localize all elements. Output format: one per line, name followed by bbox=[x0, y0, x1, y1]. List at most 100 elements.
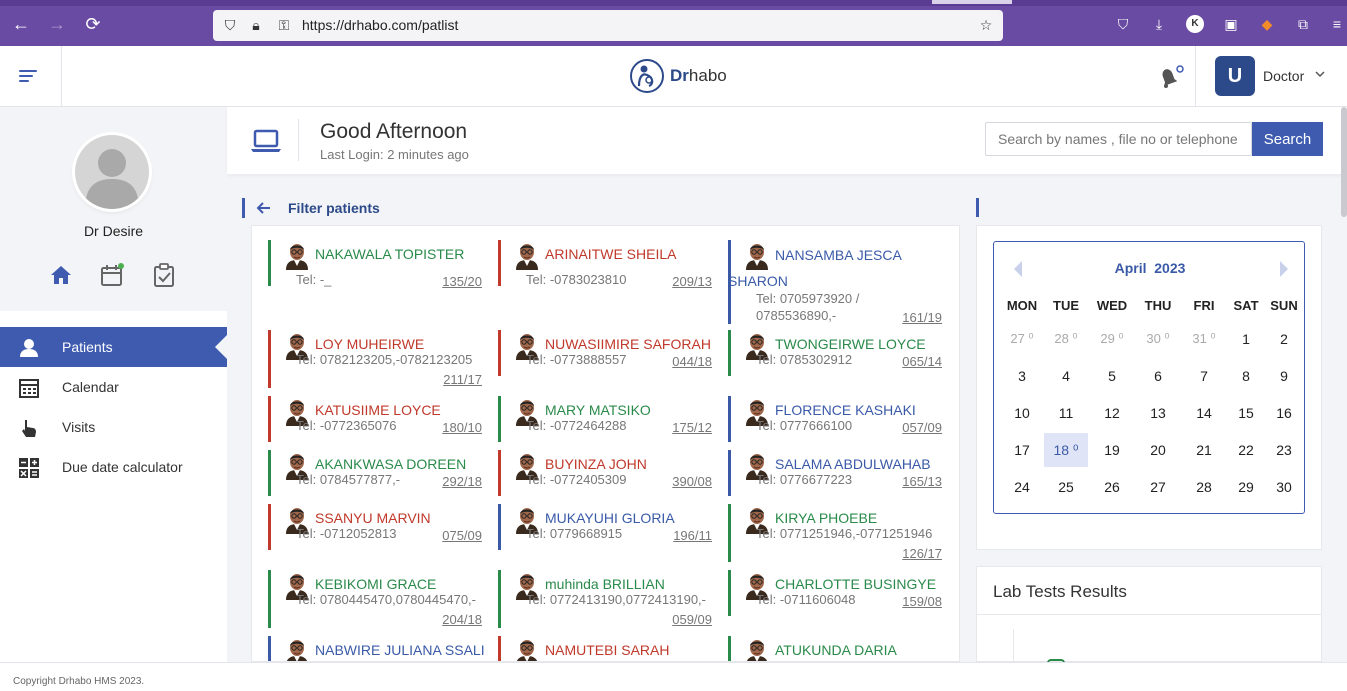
k-extension-icon[interactable]: K bbox=[1186, 15, 1204, 33]
active-tab-indicator[interactable] bbox=[932, 0, 1012, 4]
patient-card[interactable]: MARY MATSIKO Tel: -0772464288 175/12 bbox=[498, 396, 718, 442]
calendar-day[interactable]: 5 bbox=[1090, 359, 1134, 393]
calendar-day[interactable]: 28 bbox=[1182, 470, 1226, 504]
patient-name-link[interactable]: FLORENCE KASHAKI bbox=[775, 402, 916, 418]
pocket-icon[interactable]: ⛉ bbox=[1114, 15, 1132, 33]
calendar-day[interactable]: 27 ⁰ bbox=[1000, 322, 1044, 356]
sidebar-item-patients[interactable]: Patients bbox=[0, 327, 227, 367]
patient-file-number-link[interactable]: 204/18 bbox=[442, 612, 482, 627]
patient-card[interactable]: MUKAYUHI GLORIA Tel: 0779668915 196/11 bbox=[498, 504, 718, 550]
calendar-day[interactable]: 20 bbox=[1136, 433, 1180, 467]
home-icon[interactable] bbox=[48, 262, 74, 288]
patient-name-link[interactable]: NAMUTEBI SARAH bbox=[545, 642, 669, 658]
calendar-day[interactable]: 23 bbox=[1262, 433, 1306, 467]
lock-icon[interactable]: 🔒︎ bbox=[247, 16, 265, 34]
search-button[interactable]: Search bbox=[1252, 122, 1323, 156]
sidebar-toggle-icon[interactable] bbox=[0, 46, 62, 106]
calendar-day[interactable]: 29 ⁰ bbox=[1090, 322, 1134, 356]
patient-name-link[interactable]: SSANYU MARVIN bbox=[315, 510, 431, 526]
patient-name-link[interactable]: NAKAWALA TOPISTER bbox=[315, 246, 464, 262]
patient-file-number-link[interactable]: 044/18 bbox=[672, 354, 712, 369]
patient-file-number-link[interactable]: 059/09 bbox=[672, 612, 712, 627]
patient-card[interactable]: SSANYU MARVIN Tel: -0712052813 075/09 bbox=[268, 504, 488, 550]
page-scrollbar[interactable] bbox=[1341, 107, 1347, 217]
calendar-day[interactable]: 27 bbox=[1136, 470, 1180, 504]
patient-name-link[interactable]: muhinda BRILLIAN bbox=[545, 576, 665, 592]
calendar-day[interactable]: 19 bbox=[1090, 433, 1134, 467]
calendar-day[interactable]: 28 ⁰ bbox=[1044, 322, 1088, 356]
calendar-day[interactable]: 26 bbox=[1090, 470, 1134, 504]
calendar-add-icon[interactable] bbox=[99, 262, 125, 288]
download-icon[interactable]: ⤓ bbox=[1150, 15, 1168, 33]
sidebar-item-visits[interactable]: Visits bbox=[0, 407, 227, 447]
patient-card[interactable]: NANSAMBA JESCA SHARON Tel: 0705973920 / 0… bbox=[728, 240, 948, 325]
patient-file-number-link[interactable]: 135/20 bbox=[442, 274, 482, 289]
patient-card[interactable]: NUWASIIMIRE SAFORAH Tel: -0773888557 044/1… bbox=[498, 330, 718, 376]
user-role-label[interactable]: Doctor bbox=[1263, 68, 1304, 84]
calendar-day[interactable]: 9 bbox=[1262, 359, 1306, 393]
patient-card[interactable]: TWONGEIRWE LOYCE Tel: 0785302912 065/14 bbox=[728, 330, 948, 376]
patient-name-link[interactable]: BUYINZA JOHN bbox=[545, 456, 647, 472]
shield-icon[interactable]: ⛉ bbox=[221, 16, 239, 34]
sidebar-item-due-date-calculator[interactable]: Due date calculator bbox=[0, 447, 227, 487]
patient-file-number-link[interactable]: 057/09 bbox=[902, 420, 942, 435]
patient-name-link[interactable]: CHARLOTTE BUSINGYE bbox=[775, 576, 936, 592]
filter-patients-link[interactable]: Filter patients bbox=[288, 200, 380, 216]
patient-name-link[interactable]: MUKAYUHI GLORIA bbox=[545, 510, 675, 526]
calendar-day[interactable]: 13 bbox=[1136, 396, 1180, 430]
patient-name-link[interactable]: KIRYA PHOEBE bbox=[775, 510, 877, 526]
patient-file-number-link[interactable]: 159/08 bbox=[902, 594, 942, 609]
extensions-puzzle-icon[interactable]: ⧉ bbox=[1294, 15, 1312, 33]
calendar-day[interactable]: 31 ⁰ bbox=[1182, 322, 1226, 356]
patient-file-number-link[interactable]: 196/11 bbox=[673, 528, 712, 543]
patient-file-number-link[interactable]: 126/17 bbox=[902, 546, 942, 561]
clipboard-check-icon[interactable] bbox=[151, 262, 177, 288]
calendar-day[interactable]: 30 ⁰ bbox=[1136, 322, 1180, 356]
patient-name-link[interactable]: TWONGEIRWE LOYCE bbox=[775, 336, 926, 352]
calendar-day[interactable]: 30 bbox=[1262, 470, 1306, 504]
calendar-day[interactable]: 11 bbox=[1044, 396, 1088, 430]
calendar-day[interactable]: 21 bbox=[1182, 433, 1226, 467]
patient-name-link[interactable]: ATUKUNDA DARIA bbox=[775, 642, 897, 658]
calendar-day[interactable]: 3 bbox=[1000, 359, 1044, 393]
patient-name-link[interactable]: KEBIKOMI GRACE bbox=[315, 576, 436, 592]
key-icon[interactable]: ⚿ bbox=[275, 16, 293, 34]
patient-file-number-link[interactable]: 209/13 bbox=[672, 274, 712, 289]
sidebar-item-calendar[interactable]: Calendar bbox=[0, 367, 227, 407]
patient-name-link[interactable]: ARINAITWE SHEILA bbox=[545, 246, 676, 262]
patient-file-number-link[interactable]: 180/10 bbox=[442, 420, 482, 435]
patient-card[interactable]: AKANKWASA DOREEN Tel: 0784577877,- 292/18 bbox=[268, 450, 488, 496]
bookmark-star-icon[interactable]: ☆ bbox=[977, 16, 995, 34]
patient-card[interactable]: LOY MUHEIRWE Tel: 0782123205,-0782123205 2… bbox=[268, 330, 488, 388]
patient-file-number-link[interactable]: 390/08 bbox=[672, 474, 712, 489]
patient-card[interactable]: NABWIRE JULIANA SSALI bbox=[268, 636, 488, 661]
patient-card[interactable]: ARINAITWE SHEILA Tel: -0783023810 209/13 bbox=[498, 240, 718, 289]
forward-icon[interactable]: → bbox=[47, 14, 67, 34]
calendar-day[interactable]: 24 bbox=[1000, 470, 1044, 504]
patient-name-link[interactable]: KATUSIIME LOYCE bbox=[315, 402, 441, 418]
patient-card[interactable]: BUYINZA JOHN Tel: -0772405309 390/08 bbox=[498, 450, 718, 496]
calendar-day[interactable]: 6 bbox=[1136, 359, 1180, 393]
calendar-day[interactable]: 10 bbox=[1000, 396, 1044, 430]
patient-file-number-link[interactable]: 065/14 bbox=[902, 354, 942, 369]
flag-extension-icon[interactable]: ▣ bbox=[1222, 15, 1240, 33]
chevron-down-icon[interactable] bbox=[1314, 68, 1326, 80]
back-icon[interactable]: ← bbox=[11, 14, 31, 34]
patient-file-number-link[interactable]: 161/19 bbox=[902, 310, 942, 325]
next-month-icon[interactable] bbox=[1278, 260, 1290, 278]
reload-icon[interactable]: ⟳ bbox=[83, 14, 103, 34]
calendar-day[interactable]: 2 bbox=[1262, 322, 1306, 356]
patient-name-link[interactable]: NANSAMBA JESCA SHARON bbox=[728, 242, 928, 294]
patient-name-link[interactable]: AKANKWASA DOREEN bbox=[315, 456, 466, 472]
notification-bell-icon[interactable] bbox=[1156, 64, 1184, 90]
patient-file-number-link[interactable]: 292/18 bbox=[442, 474, 482, 489]
patient-name-link[interactable]: MARY MATSIKO bbox=[545, 402, 651, 418]
calendar-day[interactable]: 4 bbox=[1044, 359, 1088, 393]
patient-card[interactable]: KATUSIIME LOYCE Tel: -0772365076 180/10 bbox=[268, 396, 488, 442]
calendar-day[interactable]: 18 ⁰ bbox=[1044, 433, 1088, 467]
patient-card[interactable]: KIRYA PHOEBE Tel: 0771251946,-0771251946 1… bbox=[728, 504, 948, 562]
calendar-day[interactable]: 17 bbox=[1000, 433, 1044, 467]
patient-file-number-link[interactable]: 165/13 bbox=[902, 474, 942, 489]
patient-name-link[interactable]: LOY MUHEIRWE bbox=[315, 336, 424, 352]
patient-card[interactable]: NAKAWALA TOPISTER Tel: -_ 135/20 bbox=[268, 240, 488, 289]
